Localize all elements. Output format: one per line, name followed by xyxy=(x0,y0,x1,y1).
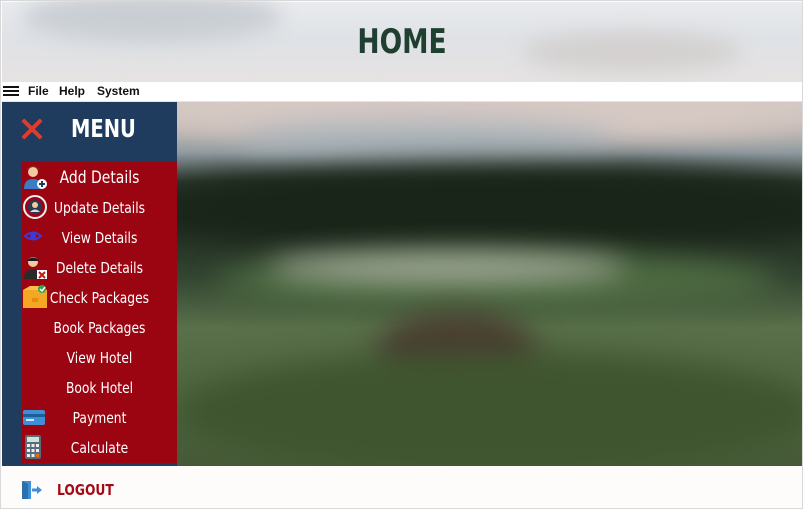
sidebar-item-calculate[interactable]: Calculate xyxy=(22,432,177,462)
mountain-blur xyxy=(237,122,617,162)
sidebar-item-label: Delete Details xyxy=(56,259,143,277)
hamburger-icon[interactable] xyxy=(3,84,19,98)
sidebar-item-add-details[interactable]: Add Details xyxy=(22,162,177,192)
page-title: HOME xyxy=(357,22,447,62)
sidebar-item-book-hotel[interactable]: Book Hotel xyxy=(22,372,177,402)
forest-blur xyxy=(177,162,802,252)
sidebar-item-label: Book Packages xyxy=(53,319,146,337)
sidebar-item-label: Calculate xyxy=(70,439,129,457)
sidebar-item-label: Update Details xyxy=(53,199,146,217)
sidebar-item-check-packages[interactable]: Check Packages xyxy=(22,282,177,312)
close-icon[interactable] xyxy=(21,118,43,140)
river-blur xyxy=(267,252,627,282)
app-window: HOME File Help System MENU Add Details U… xyxy=(0,0,803,509)
sidebar-item-label: Payment xyxy=(72,409,127,427)
sidebar-item-label: Check Packages xyxy=(49,289,150,307)
menu-file[interactable]: File xyxy=(28,84,49,98)
sidebar-item-delete-details[interactable]: Delete Details xyxy=(22,252,177,282)
menu-panel: Add Details Update Details View Details … xyxy=(22,162,177,463)
sidebar-item-view-details[interactable]: View Details xyxy=(22,222,177,252)
header-banner: HOME xyxy=(2,1,802,82)
sidebar-item-view-hotel[interactable]: View Hotel xyxy=(22,342,177,372)
sidebar-item-label: Add Details xyxy=(59,168,140,188)
menu-system[interactable]: System xyxy=(97,84,140,98)
sidebar-item-label: View Details xyxy=(61,229,138,247)
menu-title: MENU xyxy=(71,114,136,143)
sidebar-item-label: View Hotel xyxy=(66,349,133,367)
footer-area xyxy=(2,466,802,508)
sidebar-item-label: Book Hotel xyxy=(65,379,134,397)
logout-button[interactable]: LOGOUT xyxy=(57,481,114,499)
menu-help[interactable]: Help xyxy=(59,84,85,98)
sidebar-item-payment[interactable]: Payment xyxy=(22,402,177,432)
background-image xyxy=(177,102,802,466)
sidebar-item-book-packages[interactable]: Book Packages xyxy=(22,312,177,342)
menu-bar: File Help System xyxy=(2,82,802,102)
sidebar-item-update-details[interactable]: Update Details xyxy=(22,192,177,222)
field-blur xyxy=(177,352,802,466)
logout-icon[interactable] xyxy=(21,480,43,500)
